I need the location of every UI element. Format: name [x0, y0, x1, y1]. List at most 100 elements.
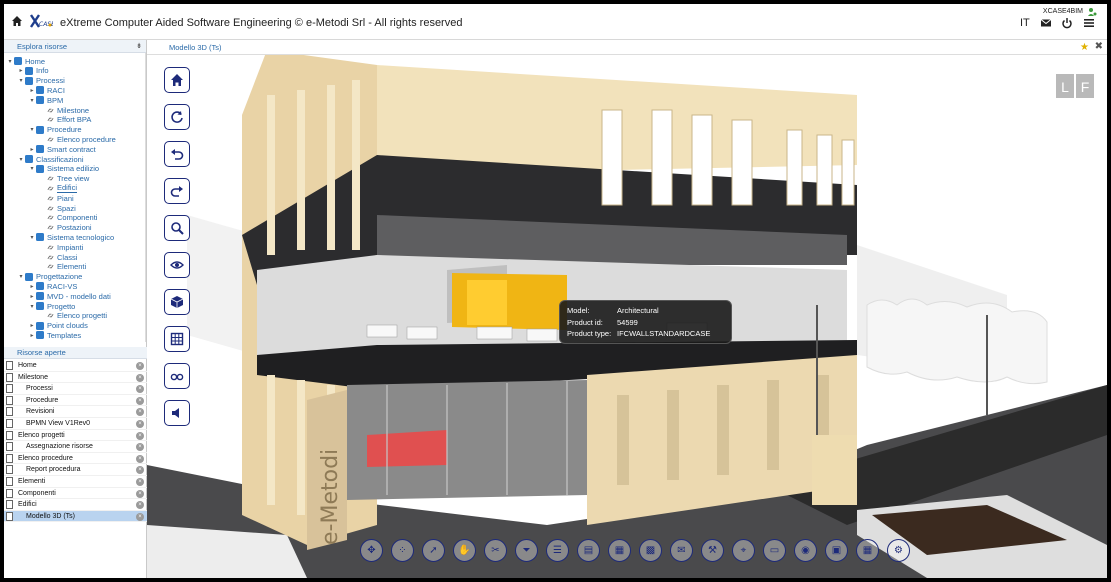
expand-toggle-icon[interactable]: ▾ — [28, 126, 36, 133]
tree-item[interactable]: Classi — [39, 252, 77, 262]
rotate-button[interactable] — [164, 104, 190, 130]
select-points-button[interactable]: ⁘ — [391, 539, 414, 562]
favorite-star-icon[interactable]: ★ — [1080, 42, 1089, 53]
cube-view-button[interactable] — [164, 289, 190, 315]
expand-toggle-icon[interactable]: ▸ — [28, 322, 36, 329]
tree-item[interactable]: ▾ Sistema edilizio — [28, 164, 99, 174]
redo-button[interactable] — [164, 178, 190, 204]
open-resource-row[interactable]: Elenco procedure × — [4, 453, 147, 465]
expand-toggle-icon[interactable]: ▸ — [28, 332, 36, 339]
mail-icon[interactable] — [1040, 17, 1052, 29]
hand-select-button[interactable]: ✋ — [453, 539, 476, 562]
tree-item[interactable]: ▾ Progetto — [28, 301, 75, 311]
tree-item[interactable]: ▸ RACI-VS — [28, 281, 77, 291]
open-resource-row[interactable]: Assegnazione risorse × — [4, 441, 147, 453]
power-icon[interactable] — [1061, 17, 1073, 29]
close-resource-icon[interactable]: × — [136, 466, 144, 475]
marker-button[interactable]: ⌖ — [732, 539, 755, 562]
grid-view-button[interactable] — [164, 326, 190, 352]
tree-item[interactable]: ▸ Info — [17, 66, 48, 76]
tree-item[interactable]: Elementi — [39, 262, 86, 272]
expand-toggle-icon[interactable]: ▾ — [17, 156, 25, 163]
open-resource-row[interactable]: Home × — [4, 360, 147, 372]
comment-button[interactable]: ✉ — [670, 539, 693, 562]
close-resource-icon[interactable]: × — [136, 454, 144, 463]
pointer-select-button[interactable]: ➚ — [422, 539, 445, 562]
properties-button[interactable]: ⚙ — [887, 539, 910, 562]
expand-toggle-icon[interactable]: ▸ — [17, 67, 25, 74]
tree-item[interactable]: ▾ Procedure — [28, 125, 81, 135]
tree-item[interactable]: Postazioni — [39, 223, 92, 233]
open-resource-row[interactable]: BPMN View V1Rev0 × — [4, 418, 147, 430]
tree-item[interactable]: ▸ Point clouds — [28, 321, 87, 331]
expand-toggle-icon[interactable]: ▸ — [28, 146, 36, 153]
close-resource-icon[interactable]: × — [136, 477, 144, 486]
tree-item[interactable]: ▾ Home — [6, 56, 45, 66]
pin-icon[interactable]: ⇟ — [136, 42, 142, 50]
cut-button[interactable]: ✂ — [484, 539, 507, 562]
grid-select-button[interactable]: ▩ — [639, 539, 662, 562]
expand-toggle-icon[interactable]: ▸ — [28, 293, 36, 300]
close-resource-icon[interactable]: × — [136, 373, 144, 382]
tree-scrollbar[interactable] — [138, 57, 143, 337]
calendar-button[interactable]: ▦ — [856, 539, 879, 562]
expand-toggle-icon[interactable]: ▾ — [6, 58, 14, 65]
open-resource-row[interactable]: Revisioni × — [4, 406, 147, 418]
tree-item[interactable]: ▾ Sistema tecnologico — [28, 232, 114, 242]
expand-toggle-icon[interactable]: ▸ — [28, 87, 36, 94]
close-resource-icon[interactable]: × — [136, 431, 144, 440]
home-icon[interactable] — [11, 15, 23, 27]
tree-item[interactable]: ▾ BPM — [28, 95, 63, 105]
viewer-tab-title[interactable]: Modello 3D (Ts) — [169, 43, 222, 52]
language-switch[interactable]: IT — [1020, 17, 1030, 29]
open-resource-row[interactable]: Componenti × — [4, 488, 147, 500]
tree-item[interactable]: ▸ RACI — [28, 85, 64, 95]
move-button[interactable]: ✥ — [360, 539, 383, 562]
expand-toggle-icon[interactable]: ▾ — [28, 234, 36, 241]
tree-item[interactable]: Spazi — [39, 203, 76, 213]
close-resource-icon[interactable]: × — [136, 512, 144, 521]
orbit-button[interactable] — [164, 252, 190, 278]
expand-toggle-icon[interactable]: ▾ — [28, 97, 36, 104]
camera-button[interactable]: ◉ — [794, 539, 817, 562]
close-resource-icon[interactable]: × — [136, 362, 144, 370]
close-resource-icon[interactable]: × — [136, 501, 144, 510]
list-details-button[interactable]: ☰ — [546, 539, 569, 562]
tree-item[interactable]: Effort BPA — [39, 115, 91, 125]
open-resource-row[interactable]: Milestone × — [4, 372, 147, 384]
close-resource-icon[interactable]: × — [136, 396, 144, 405]
wrench-button[interactable]: ⚒ — [701, 539, 724, 562]
close-resource-icon[interactable]: × — [136, 489, 144, 498]
3d-viewport[interactable]: e-Metodi L F Model: Architectural Produc… — [147, 55, 1107, 578]
close-resource-icon[interactable]: × — [136, 419, 144, 428]
tree-item[interactable]: ▾ Classificazioni — [17, 154, 83, 164]
expand-toggle-icon[interactable]: ▾ — [28, 165, 36, 172]
open-resource-row[interactable]: Elementi × — [4, 476, 147, 488]
tree-item[interactable]: ▾ Processi — [17, 76, 64, 86]
clipboard-button[interactable]: ▤ — [577, 539, 600, 562]
open-resource-row[interactable]: Modello 3D (Ts) × — [4, 510, 147, 523]
expand-toggle-icon[interactable]: ▾ — [28, 303, 36, 310]
open-resource-row[interactable]: Report procedura × — [4, 464, 147, 476]
tree-item[interactable]: Componenti — [39, 213, 97, 223]
zoom-button[interactable] — [164, 215, 190, 241]
expand-toggle-icon[interactable]: ▸ — [28, 283, 36, 290]
close-resource-icon[interactable]: × — [136, 408, 144, 417]
open-resource-row[interactable]: Edifici × — [4, 499, 147, 511]
tree-item[interactable]: Impianti — [39, 242, 83, 252]
close-resource-icon[interactable]: × — [136, 385, 144, 394]
card-button[interactable]: ▭ — [763, 539, 786, 562]
undo-button[interactable] — [164, 141, 190, 167]
audio-button[interactable] — [164, 400, 190, 426]
tree-item[interactable]: Elenco progetti — [39, 311, 107, 321]
tree-item[interactable]: ▸ Smart contract — [28, 144, 95, 154]
tree-item[interactable]: Elenco procedure — [39, 134, 116, 144]
tree-item[interactable]: Milestone — [39, 105, 89, 115]
filter-button[interactable]: ⏷ — [515, 539, 538, 562]
close-tab-icon[interactable]: ✖ — [1095, 41, 1103, 52]
image-button[interactable]: ▣ — [825, 539, 848, 562]
close-resource-icon[interactable]: × — [136, 443, 144, 452]
open-resource-row[interactable]: Elenco progetti × — [4, 430, 147, 442]
tree-item[interactable]: Tree view — [39, 174, 89, 184]
home-view-button[interactable] — [164, 67, 190, 93]
